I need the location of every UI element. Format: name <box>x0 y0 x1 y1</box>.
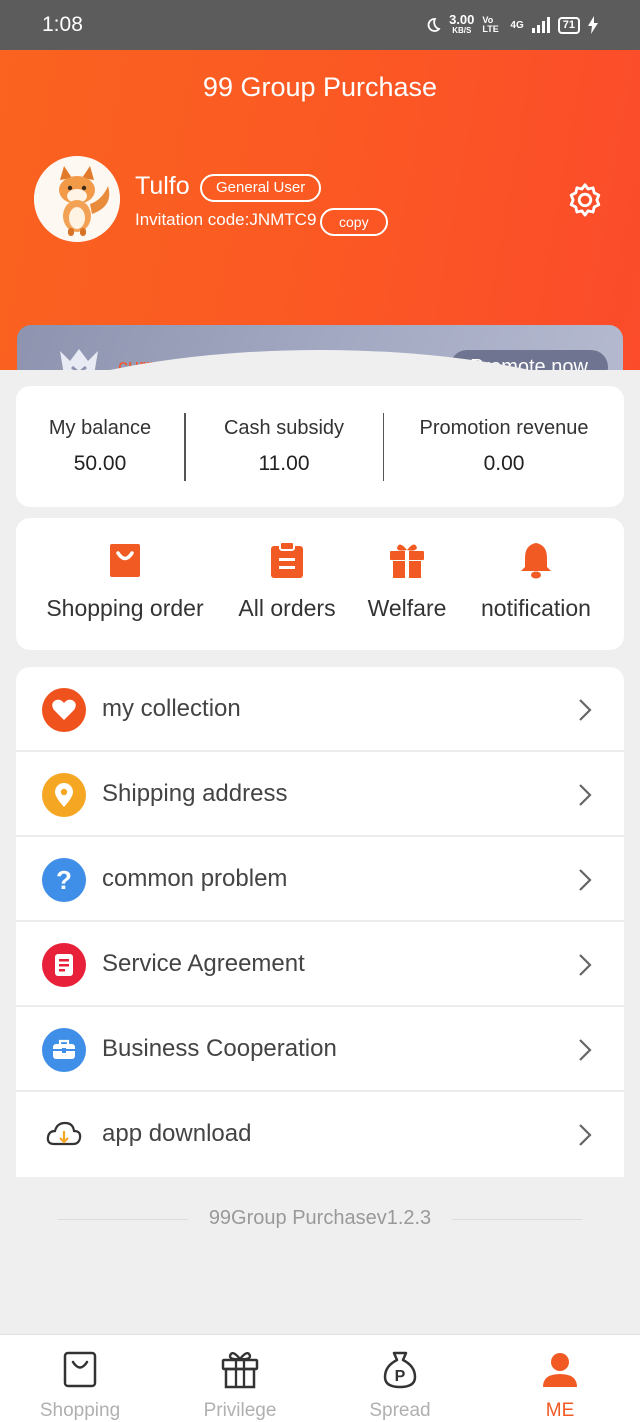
menu-label: my collection <box>102 695 241 722</box>
charging-icon <box>588 16 598 34</box>
person-icon <box>543 1353 577 1387</box>
shopping-bag-icon <box>63 1351 97 1388</box>
app-version: 99Group Purchasev1.2.3 <box>208 1207 432 1229</box>
tab-me[interactable]: ME <box>500 1349 620 1422</box>
network-type: 4G <box>510 19 524 31</box>
gift-icon <box>221 1351 259 1389</box>
invitation-code: Invitation code:JNMTC9 <box>135 210 317 229</box>
gear-icon[interactable] <box>562 180 608 226</box>
tab-shopping[interactable]: Shopping <box>20 1349 140 1422</box>
document-icon <box>42 943 86 987</box>
moon-icon <box>427 18 441 32</box>
shopping-bag-icon <box>110 544 140 577</box>
money-bag-icon: P <box>383 1351 417 1389</box>
battery-icon: 71 <box>557 16 580 34</box>
briefcase-icon <box>42 1028 86 1072</box>
volte-indicator: Vo LTE <box>482 15 499 34</box>
status-time: 1:08 <box>42 13 83 36</box>
chevron-right-icon <box>579 1039 592 1061</box>
location-pin-icon <box>42 773 86 817</box>
tab-label: Spread <box>369 1400 431 1421</box>
chevron-right-icon <box>579 699 592 721</box>
profile-header: 99 Group Purchase Tulfo General User Inv… <box>0 50 640 370</box>
balance-label: Promotion revenue <box>419 417 589 439</box>
menu-item-shipping-address[interactable]: Shipping address <box>16 752 624 837</box>
balance-label: Cash subsidy <box>223 417 345 439</box>
balance-value: 50.00 <box>73 452 127 475</box>
copy-button[interactable]: copy <box>320 208 388 236</box>
menu-item-app-download[interactable]: app download <box>16 1092 624 1177</box>
shortcut-label: Welfare <box>367 595 447 621</box>
chevron-right-icon <box>579 1124 592 1146</box>
tab-label: ME <box>545 1400 575 1421</box>
shortcut-card: Shopping order All orders Welfare notifi… <box>16 518 624 650</box>
gift-icon <box>390 544 424 578</box>
shortcut-label: Shopping order <box>46 595 204 621</box>
tab-spread[interactable]: P Spread <box>340 1349 460 1422</box>
status-icons: 3.00 KB/S Vo LTE 4G 71 <box>425 12 598 36</box>
heart-icon <box>42 688 86 732</box>
status-bar: 1:08 3.00 KB/S Vo LTE 4G 71 <box>0 0 640 50</box>
bell-icon <box>521 543 551 579</box>
shortcut-welfare[interactable]: Welfare <box>358 540 456 622</box>
menu-label: common problem <box>102 865 288 892</box>
tab-label: Privilege <box>203 1400 277 1421</box>
menu-item-business-cooperation[interactable]: Business Cooperation <box>16 1007 624 1092</box>
balance-value: 11.00 <box>258 452 310 475</box>
balance-item-promotion-revenue[interactable]: Promotion revenue 0.00 <box>384 417 624 476</box>
menu-label: Service Agreement <box>102 950 305 977</box>
signal-bars-icon <box>531 17 550 33</box>
shortcut-all-orders[interactable]: All orders <box>226 540 348 622</box>
menu-label: app download <box>102 1120 252 1147</box>
menu-label: Business Cooperation <box>102 1035 337 1062</box>
cloud-download-icon <box>46 1121 82 1146</box>
app-title: 99 Group Purchase <box>202 72 438 102</box>
net-speed: 3.00 KB/S <box>449 12 475 35</box>
balance-card: My balance 50.00 Cash subsidy 11.00 Prom… <box>16 386 624 507</box>
svg-text:?: ? <box>56 865 72 895</box>
crown-icon <box>60 349 98 370</box>
chevron-right-icon <box>579 954 592 976</box>
svg-text:P: P <box>395 1368 406 1385</box>
clipboard-icon <box>271 541 303 578</box>
menu-item-service-agreement[interactable]: Service Agreement <box>16 922 624 1007</box>
shortcut-label: All orders <box>238 595 336 621</box>
user-name: Tulfo <box>135 172 190 200</box>
balance-item-my-balance[interactable]: My balance 50.00 <box>16 417 184 476</box>
balance-value: 0.00 <box>483 452 525 475</box>
balance-item-cash-subsidy[interactable]: Cash subsidy 11.00 <box>186 417 383 476</box>
fox-avatar-icon <box>34 156 120 242</box>
avatar[interactable] <box>34 156 120 242</box>
tab-label: Shopping <box>39 1400 121 1421</box>
question-icon: ? <box>42 858 86 902</box>
menu-item-common-problem[interactable]: ? common problem <box>16 837 624 922</box>
chevron-right-icon <box>579 869 592 891</box>
chevron-right-icon <box>579 784 592 806</box>
shortcut-shopping-order[interactable]: Shopping order <box>34 540 216 622</box>
tab-privilege[interactable]: Privilege <box>180 1349 300 1422</box>
user-level-badge: General User <box>200 174 322 202</box>
menu-label: Shipping address <box>102 780 288 807</box>
menu-item-my-collection[interactable]: my collection <box>16 667 624 752</box>
balance-label: My balance <box>48 417 152 439</box>
bottom-tab-bar: Shopping Privilege P Spread ME <box>0 1334 640 1422</box>
shortcut-label: notification <box>481 595 591 621</box>
shortcut-notification[interactable]: notification <box>468 540 604 622</box>
menu-list: my collection Shipping address ? common … <box>16 667 624 1177</box>
